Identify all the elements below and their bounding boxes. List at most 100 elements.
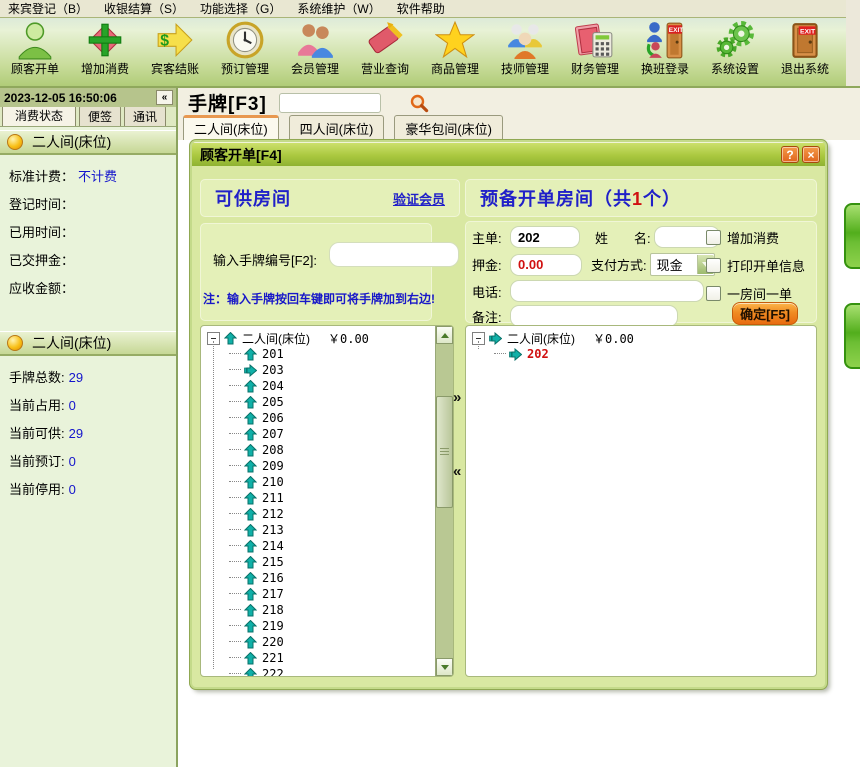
room-type-tab-0[interactable]: 二人间(床位)	[183, 115, 279, 140]
tree-root-row[interactable]: 二人间(床位)￥0.00	[472, 330, 816, 346]
toolbar-finance[interactable]: 财务管理	[560, 18, 630, 86]
sidebar-sections: 二人间(床位)标准计费：不计费登记时间：已用时间：已交押金：应收金额：二人间(床…	[0, 130, 176, 496]
checkbox-row-1[interactable]: 打印开单信息	[706, 256, 805, 275]
tree-room-row[interactable]: 201	[229, 346, 453, 362]
toolbar-member[interactable]: 会员管理	[280, 18, 350, 86]
menu-bar: 来宾登记（B）收银结算（S）功能选择（G）系统维护（W）软件帮助	[0, 0, 860, 18]
tree-room-row[interactable]: 220	[229, 634, 453, 650]
dialog-titlebar: 顾客开单[F4] ? ×	[192, 142, 825, 166]
tree-root-row[interactable]: 二人间(床位)￥0.00	[207, 330, 453, 346]
room-type-tab-1[interactable]: 四人间(床位)	[289, 115, 385, 140]
hand-tag-search-input[interactable]	[279, 93, 381, 113]
checkbox[interactable]	[706, 286, 721, 301]
tree-branch-stub	[229, 369, 241, 371]
toolbar-label: 顾客开单	[11, 60, 59, 77]
stat-value: 0	[69, 455, 76, 468]
toolbar-shift-login[interactable]: EXIT换班登录	[630, 18, 700, 86]
tree-room-row[interactable]: 203	[229, 362, 453, 378]
help-button[interactable]: ?	[781, 146, 799, 163]
close-icon[interactable]: ×	[802, 146, 820, 163]
tree-up-arrow-icon	[244, 380, 257, 393]
sidebar-tab-1[interactable]: 便签	[79, 105, 121, 126]
svg-text:EXIT: EXIT	[800, 28, 816, 35]
room-type-tab-2[interactable]: 豪华包间(床位)	[394, 115, 503, 140]
tree-room-row[interactable]: 205	[229, 394, 453, 410]
tag-number-input[interactable]	[329, 242, 459, 267]
room-tile[interactable]	[844, 203, 860, 269]
tree-room-row[interactable]: 216	[229, 570, 453, 586]
tree-room-row[interactable]: 221	[229, 650, 453, 666]
shift-login-icon: EXIT	[645, 20, 685, 60]
tree-room-row[interactable]: 222	[229, 666, 453, 677]
guest-open-bill-dialog: 顾客开单[F4] ? × 可供房间 验证会员 输入手牌编号[F2]: 注：输入手…	[190, 140, 827, 689]
scroll-down-button[interactable]	[436, 658, 453, 676]
tree-room-row[interactable]: 204	[229, 378, 453, 394]
dialog-title: 顾客开单[F4]	[200, 145, 282, 165]
tree-root-label: 二人间(床位)	[507, 330, 575, 347]
tree-room-row[interactable]: 215	[229, 554, 453, 570]
menu-item-4[interactable]: 软件帮助	[389, 0, 453, 17]
phone-input[interactable]	[510, 280, 704, 302]
stat-label: 当前停用:	[9, 483, 65, 496]
toolbar-checkout[interactable]: $宾客结账	[140, 18, 210, 86]
toolbar-exit[interactable]: EXIT退出系统	[770, 18, 840, 86]
tree-up-arrow-icon	[244, 508, 257, 521]
stat-label: 当前可供:	[9, 427, 65, 440]
tree-room-row[interactable]: 212	[229, 506, 453, 522]
reservation-icon	[225, 20, 265, 60]
tree-room-row[interactable]: 211	[229, 490, 453, 506]
tree-room-row[interactable]: 213	[229, 522, 453, 538]
scrollbar-thumb[interactable]	[436, 396, 453, 508]
toolbar-add-consume[interactable]: 增加消费	[70, 18, 140, 86]
tree-room-row[interactable]: 214	[229, 538, 453, 554]
toolbar-settings[interactable]: 系统设置	[700, 18, 770, 86]
tree-room-row[interactable]: 217	[229, 586, 453, 602]
search-icon[interactable]	[409, 93, 429, 113]
collapse-sidebar-button[interactable]: «	[156, 90, 173, 105]
main-tag-input[interactable]	[510, 226, 580, 248]
checkbox-row-0[interactable]: 增加消费	[706, 228, 779, 247]
tree-room-row[interactable]: 219	[229, 618, 453, 634]
tree-room-row[interactable]: 206	[229, 410, 453, 426]
menu-item-3[interactable]: 系统维护（W）	[289, 0, 388, 17]
tree-room-row[interactable]: 210	[229, 474, 453, 490]
tree-room-row[interactable]: 209	[229, 458, 453, 474]
remark-input[interactable]	[510, 305, 678, 327]
room-number: 221	[262, 651, 284, 665]
tree-room-row[interactable]: 208	[229, 442, 453, 458]
tree-branch-stub	[229, 625, 241, 627]
checkbox-row-2[interactable]: 一房间一单	[706, 284, 792, 303]
svg-text:$: $	[160, 32, 169, 49]
checkbox[interactable]	[706, 258, 721, 273]
tree-room-row[interactable]: 218	[229, 602, 453, 618]
sidebar-tab-0[interactable]: 消费状态	[2, 104, 76, 126]
menu-item-2[interactable]: 功能选择（G）	[192, 0, 289, 17]
tree-scrollbar[interactable]	[435, 326, 453, 676]
menu-item-0[interactable]: 来宾登记（B）	[0, 0, 96, 17]
checkbox[interactable]	[706, 230, 721, 245]
toolbar-reservation[interactable]: 预订管理	[210, 18, 280, 86]
toolbar-goods[interactable]: 商品管理	[420, 18, 490, 86]
prepared-rooms-tree-box: 二人间(床位)￥0.00202	[465, 325, 817, 677]
room-number: 207	[262, 427, 284, 441]
room-tile[interactable]	[844, 303, 860, 369]
add-consume-icon	[85, 20, 125, 60]
verify-member-link[interactable]: 验证会员	[393, 189, 445, 208]
name-label: 姓 名:	[595, 228, 651, 247]
room-number: 208	[262, 443, 284, 457]
room-number: 215	[262, 555, 284, 569]
confirm-button[interactable]: 确定[F5]	[732, 302, 798, 325]
menu-item-1[interactable]: 收银结算（S）	[96, 0, 192, 17]
toolbar-label: 预订管理	[221, 60, 269, 77]
toolbar-technician[interactable]: 技师管理	[490, 18, 560, 86]
toolbar-customer[interactable]: 顾客开单	[0, 18, 70, 86]
tree-up-arrow-icon	[244, 396, 257, 409]
sidebar-tab-2[interactable]: 通讯	[124, 105, 166, 126]
deposit-input[interactable]	[510, 254, 582, 276]
scroll-up-button[interactable]	[436, 326, 453, 344]
tree-branch-stub	[229, 673, 241, 675]
tree-room-row[interactable]: 207	[229, 426, 453, 442]
toolbar-business-query[interactable]: 营业查询	[350, 18, 420, 86]
payment-select[interactable]: 现金	[650, 253, 715, 276]
tree-room-row[interactable]: 202	[494, 346, 816, 362]
